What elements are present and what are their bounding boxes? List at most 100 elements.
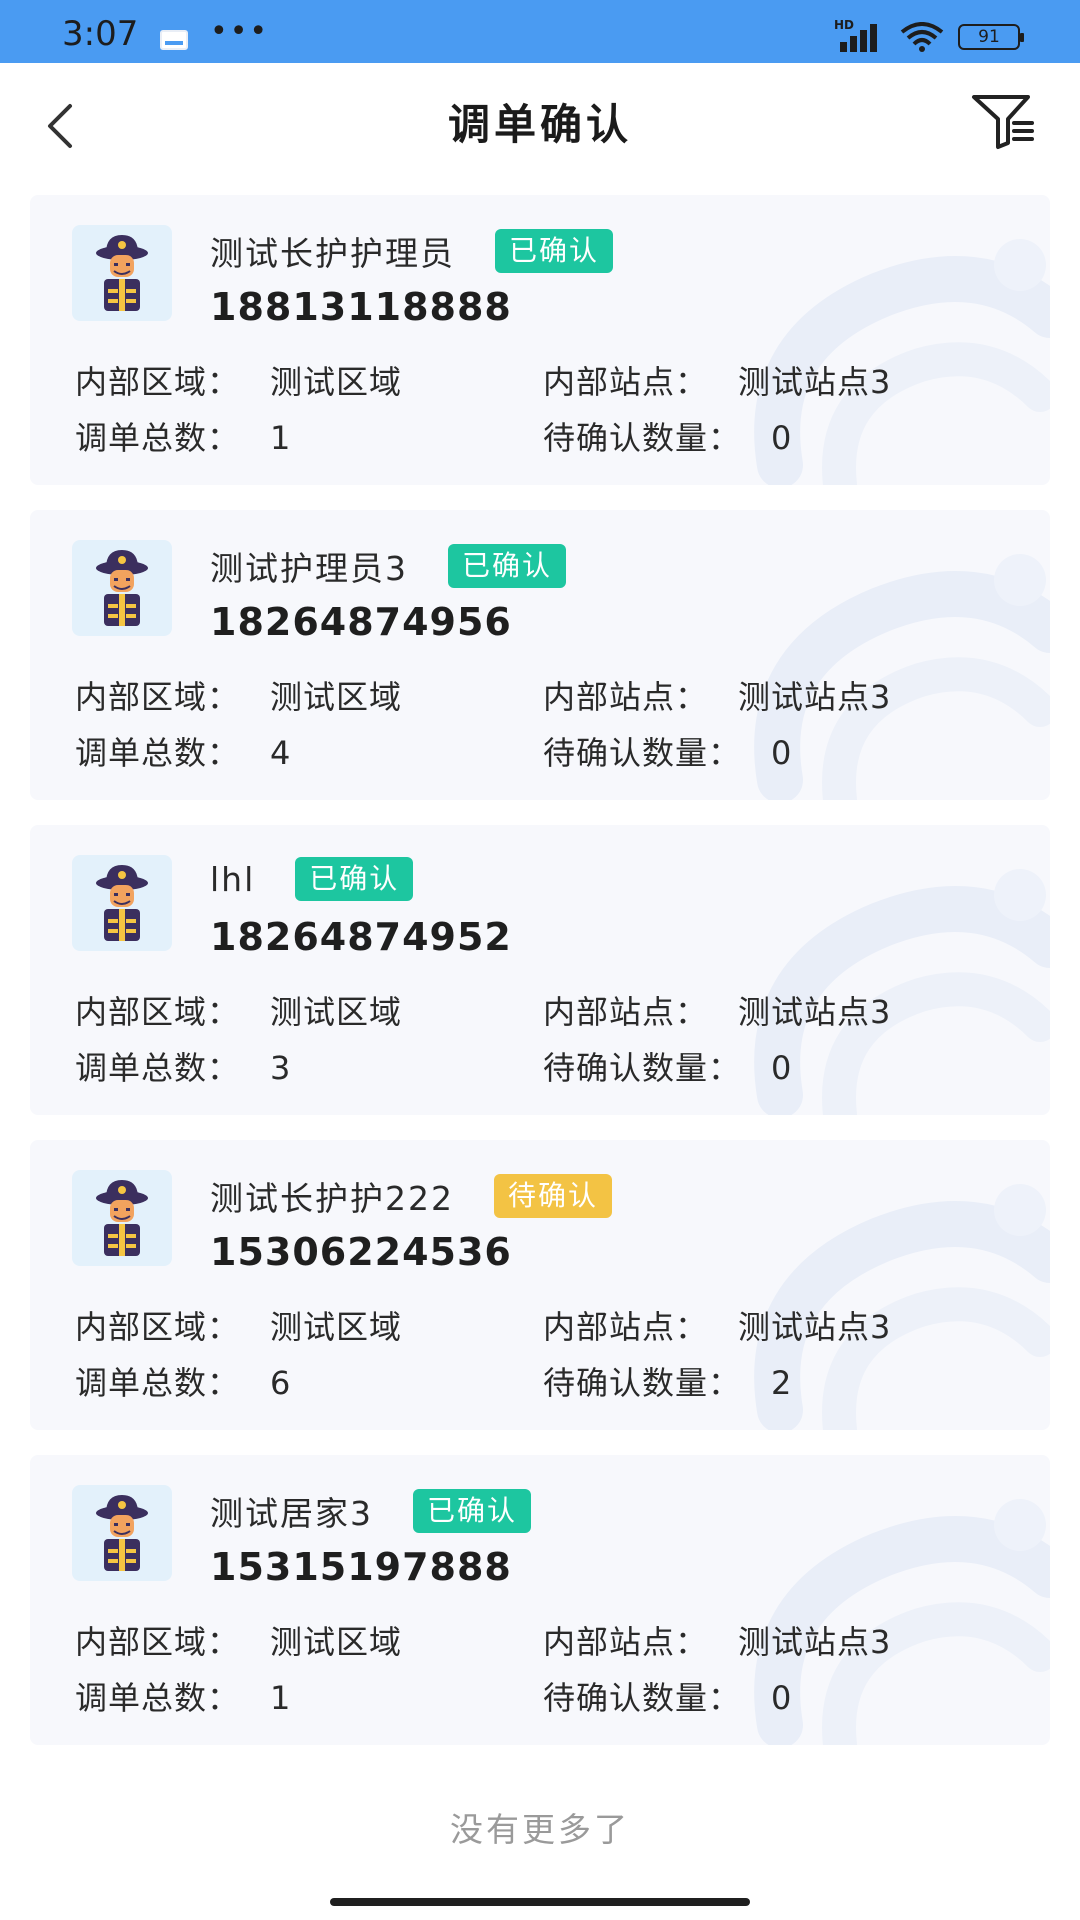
caregiver-name: 测试长护护222: [210, 1179, 454, 1218]
caregiver-name-row: 测试护理员3 已确认: [210, 542, 567, 590]
area-label: 内部区域：: [75, 678, 241, 716]
phone-number: 18264874956: [210, 600, 512, 644]
station-label: 内部站点：: [543, 1623, 709, 1661]
total-value: 1: [270, 419, 292, 457]
phone-number: 18264874952: [210, 915, 512, 959]
wifi-icon: [900, 22, 944, 52]
avatar: [72, 1485, 172, 1581]
area-info: 内部区域： 测试区域: [75, 987, 402, 1033]
signal-icon: HD: [834, 18, 886, 52]
page-title: 调单确认: [447, 100, 632, 149]
status-bar: 3:07 ••• HD 91: [0, 0, 1080, 63]
filter-icon: [972, 95, 1034, 149]
pending-value: 0: [771, 734, 793, 772]
total-info: 调单总数： 4: [75, 728, 291, 774]
order-list: 测试长护护理员 已确认 18813118888 内部区域： 测试区域 内部站点：测…: [30, 195, 1050, 1770]
pending-value: 0: [771, 1049, 793, 1087]
total-label: 调单总数：: [75, 1049, 241, 1087]
status-badge: 已确认: [413, 1489, 532, 1533]
area-info: 内部区域： 测试区域: [75, 672, 402, 718]
area-value: 测试区域: [270, 1623, 403, 1661]
order-card[interactable]: lhl 已确认 18264874952 内部区域： 测试区域 内部站点： 测试站点3…: [30, 825, 1050, 1115]
pending-label: 待确认数量：: [543, 734, 742, 772]
header: 调单确认: [0, 63, 1080, 183]
order-card[interactable]: 测试长护护理员 已确认 18813118888 内部区域： 测试区域 内部站点： 测…: [30, 195, 1050, 485]
area-label: 内部区域：: [75, 993, 241, 1031]
area-info: 内部区域： 测试区域: [75, 357, 402, 403]
home-indicator[interactable]: [330, 1898, 750, 1906]
status-time: 3:07: [62, 14, 139, 54]
more-notifications-icon: •••: [210, 14, 270, 49]
caregiver-name-row: 测试长护护理员 已确认: [210, 227, 614, 275]
area-info: 内部区域： 测试区域: [75, 1302, 402, 1348]
phone-number: 15315197888: [210, 1545, 512, 1589]
avatar-icon: [96, 1495, 148, 1571]
order-card[interactable]: 测试护理员3 已确认 18264874956 内部区域： 测试区域 内部站点： 测试…: [30, 510, 1050, 800]
station-value: 测试站点3: [738, 993, 892, 1031]
area-label: 内部区域：: [75, 1623, 241, 1661]
battery-icon: 91: [958, 24, 1024, 50]
area-value: 测试区域: [270, 678, 403, 716]
phone-number: 18813118888: [210, 285, 512, 329]
caregiver-name-row: 测试长护护222 待确认: [210, 1172, 613, 1220]
avatar-icon: [96, 865, 148, 941]
total-value: 1: [270, 1679, 292, 1717]
station-info: 内部站点： 测试站点3: [543, 1302, 891, 1348]
status-badge: 已确认: [495, 229, 614, 273]
total-value: 6: [270, 1364, 292, 1402]
pending-info: 待确认数量： 0: [543, 413, 792, 459]
pending-value: 2: [771, 1364, 793, 1402]
status-badge: 已确认: [295, 857, 414, 901]
total-label: 调单总数：: [75, 1364, 241, 1402]
total-label: 调单总数：: [75, 1679, 241, 1717]
caregiver-name: lhl: [210, 859, 256, 899]
pending-value: 0: [771, 419, 793, 457]
station-label: 内部站点：: [543, 993, 709, 1031]
total-info: 调单总数： 3: [75, 1043, 291, 1089]
pending-label: 待确认数量：: [543, 1049, 742, 1087]
total-info: 调单总数： 1: [75, 1673, 291, 1719]
pending-value: 0: [771, 1679, 793, 1717]
station-value: 测试站点3: [738, 1308, 892, 1346]
area-value: 测试区域: [270, 1308, 403, 1346]
status-badge: 待确认: [494, 1174, 613, 1218]
total-info: 调单总数： 1: [75, 413, 291, 459]
pending-label: 待确认数量：: [543, 1679, 742, 1717]
area-value: 测试区域: [270, 363, 403, 401]
caregiver-name-row: lhl 已确认: [210, 857, 414, 901]
station-label: 内部站点：: [543, 1308, 709, 1346]
area-info: 内部区域： 测试区域: [75, 1617, 402, 1663]
station-info: 内部站点： 测试站点3: [543, 987, 891, 1033]
station-value: 测试站点3: [738, 678, 892, 716]
station-value: 测试站点3: [738, 363, 892, 401]
station-info: 内部站点： 测试站点3: [543, 1617, 891, 1663]
avatar-icon: [96, 235, 148, 311]
avatar: [72, 225, 172, 321]
phone-number: 15306224536: [210, 1230, 512, 1274]
station-label: 内部站点：: [543, 678, 709, 716]
order-card[interactable]: 测试长护护222 待确认 15306224536 内部区域： 测试区域 内部站点：…: [30, 1140, 1050, 1430]
station-info: 内部站点： 测试站点3: [543, 672, 891, 718]
total-label: 调单总数：: [75, 419, 241, 457]
caregiver-name: 测试居家3: [210, 1494, 373, 1533]
pending-label: 待确认数量：: [543, 419, 742, 457]
pending-label: 待确认数量：: [543, 1364, 742, 1402]
no-more-text: 没有更多了: [450, 1810, 630, 1849]
avatar: [72, 855, 172, 951]
total-info: 调单总数： 6: [75, 1358, 291, 1404]
filter-button[interactable]: [970, 91, 1040, 151]
avatar-icon: [96, 550, 148, 626]
station-label: 内部站点：: [543, 363, 709, 401]
pending-info: 待确认数量： 0: [543, 1673, 792, 1719]
area-label: 内部区域：: [75, 363, 241, 401]
pending-info: 待确认数量： 0: [543, 1043, 792, 1089]
avatar: [72, 1170, 172, 1266]
station-info: 内部站点： 测试站点3: [543, 357, 891, 403]
avatar-icon: [96, 1180, 148, 1256]
total-value: 3: [270, 1049, 292, 1087]
station-value: 测试站点3: [738, 1623, 892, 1661]
order-card[interactable]: 测试居家3 已确认 15315197888 内部区域： 测试区域 内部站点： 测试站…: [30, 1455, 1050, 1745]
status-indicators: HD 91: [834, 18, 1024, 52]
caregiver-name: 测试护理员3: [210, 549, 408, 588]
sim-card-icon: [160, 30, 188, 50]
